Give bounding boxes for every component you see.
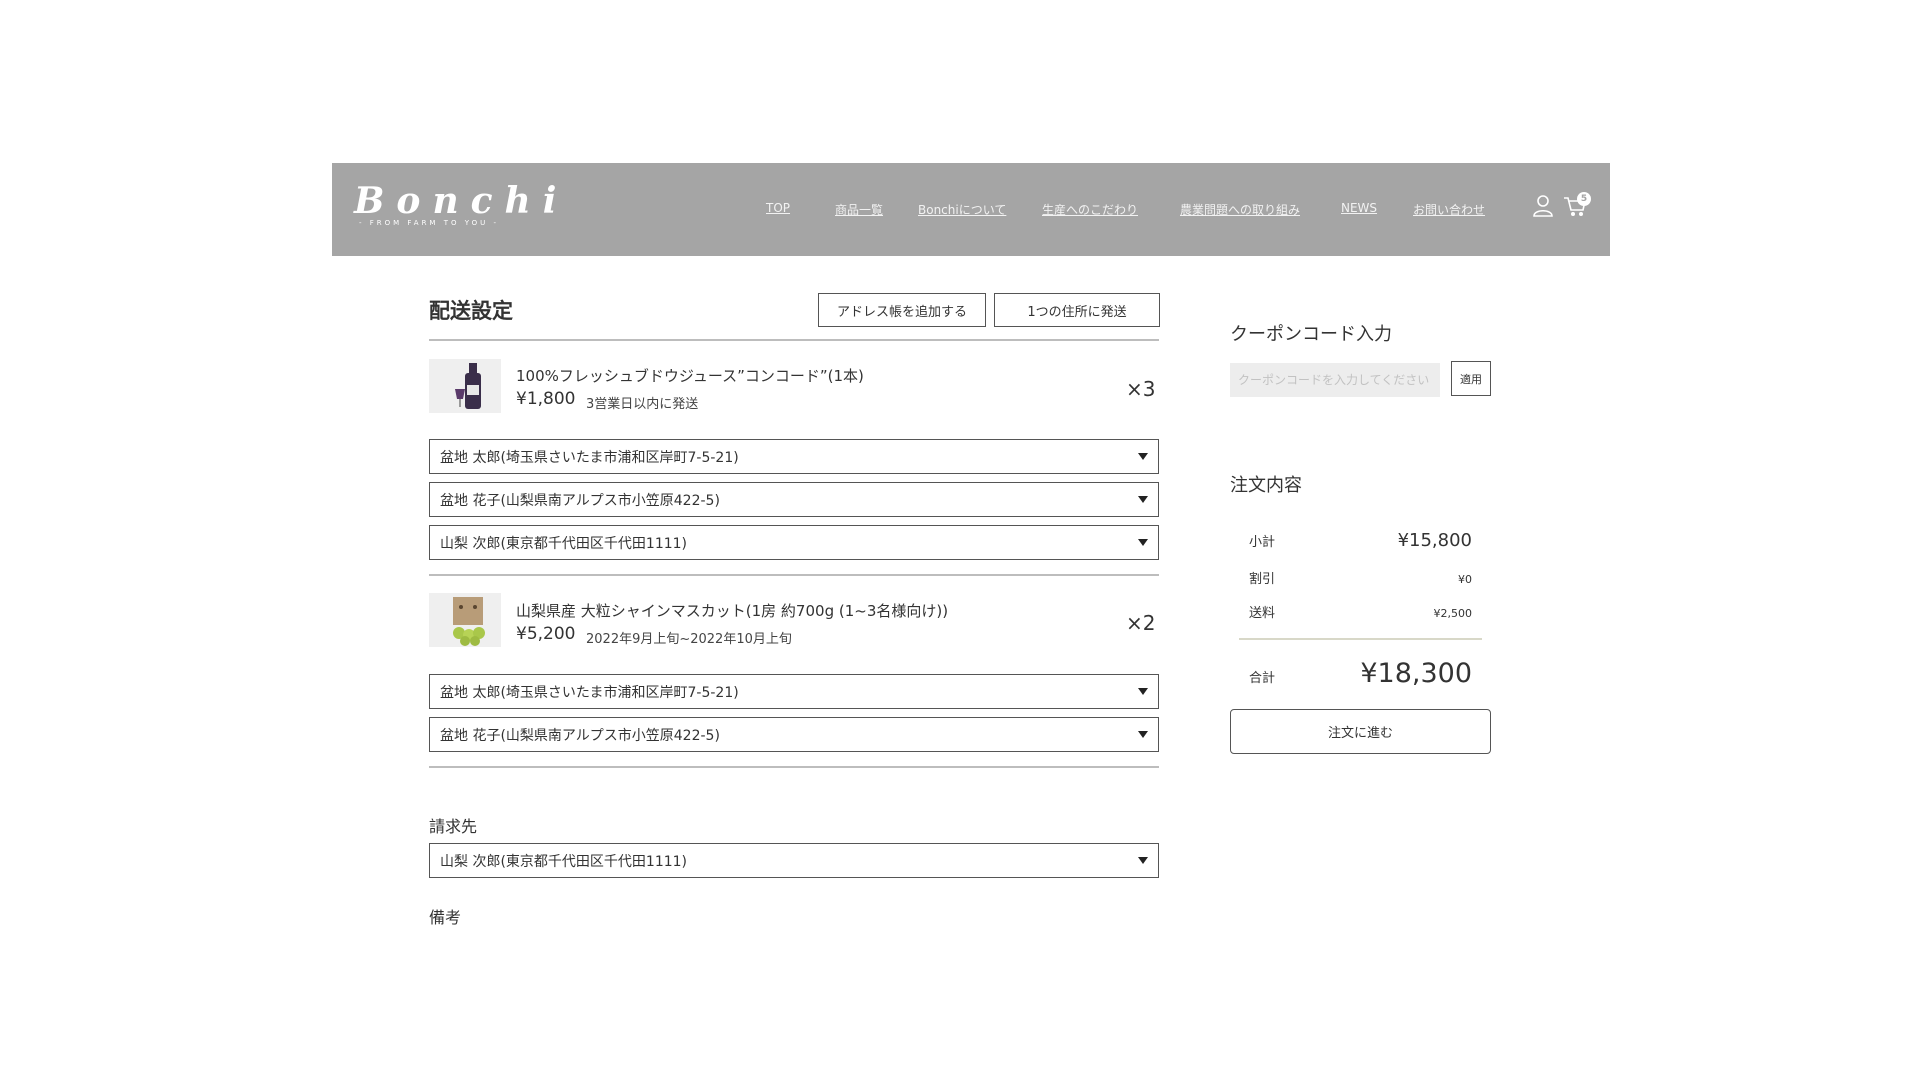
nav-production[interactable]: 生産へのこだわり [1042, 201, 1138, 218]
nav-agriculture[interactable]: 農業問題への取り組み [1180, 201, 1300, 218]
user-icon[interactable] [1533, 195, 1553, 221]
add-address-button[interactable]: アドレス帳を追加する [818, 293, 986, 327]
total-label: 合計 [1249, 671, 1276, 686]
subtotal-row: 小計 ¥15,800 [1249, 530, 1472, 551]
chevron-down-icon [1138, 496, 1148, 503]
chevron-down-icon [1138, 453, 1148, 460]
shipping-note: 3営業日以内に発送 [586, 397, 699, 412]
summary-divider [1239, 638, 1482, 640]
address-select[interactable]: 盆地 花子(山梨県南アルプス市小笠原422-5) [429, 717, 1159, 752]
shipping-fee-label: 送料 [1249, 606, 1276, 621]
product-image-grape [429, 593, 501, 647]
subtotal-label: 小計 [1249, 535, 1276, 550]
page-title: 配送設定 [429, 299, 513, 323]
product-image-juice [429, 359, 501, 413]
billing-label: 請求先 [429, 817, 478, 836]
address-select[interactable]: 山梨 次郎(東京都千代田区千代田1111) [429, 525, 1159, 560]
address-select-value: 山梨 次郎(東京都千代田区千代田1111) [440, 535, 688, 552]
product-price: ¥1,800 [516, 389, 576, 409]
chevron-down-icon [1138, 731, 1148, 738]
total-value: ¥18,300 [1360, 658, 1472, 689]
address-select[interactable]: 盆地 太郎(埼玉県さいたま市浦和区岸町7-5-21) [429, 439, 1159, 474]
product-quantity: ×3 [1126, 377, 1156, 401]
subtotal-value: ¥15,800 [1397, 530, 1472, 551]
address-select[interactable]: 盆地 太郎(埼玉県さいたま市浦和区岸町7-5-21) [429, 674, 1159, 709]
nav-top[interactable]: TOP [766, 201, 790, 215]
divider [429, 766, 1159, 768]
single-address-button[interactable]: 1つの住所に発送 [994, 293, 1160, 327]
divider [429, 339, 1159, 341]
shipping-fee-value: ¥2,500 [1433, 607, 1473, 620]
billing-select-value: 山梨 次郎(東京都千代田区千代田1111) [440, 853, 688, 870]
discount-value: ¥0 [1458, 573, 1472, 586]
address-select-value: 盆地 太郎(埼玉県さいたま市浦和区岸町7-5-21) [440, 449, 739, 466]
total-row: 合計 ¥18,300 [1249, 658, 1472, 689]
product-quantity: ×2 [1126, 611, 1156, 635]
shipping-fee-row: 送料 ¥2,500 [1249, 602, 1472, 621]
chevron-down-icon [1138, 688, 1148, 695]
nav-contact[interactable]: お問い合わせ [1413, 201, 1485, 218]
chevron-down-icon [1138, 539, 1148, 546]
main-nav: TOP 商品一覧 Bonchiについて 生産へのこだわり 農業問題への取り組み … [332, 201, 1610, 221]
divider [429, 574, 1159, 576]
discount-label: 割引 [1249, 572, 1276, 587]
coupon-title: クーポンコード入力 [1230, 324, 1392, 345]
address-select-value: 盆地 花子(山梨県南アルプス市小笠原422-5) [440, 727, 720, 744]
address-select-value: 盆地 花子(山梨県南アルプス市小笠原422-5) [440, 492, 720, 509]
proceed-to-order-button[interactable]: 注文に進む [1230, 709, 1491, 754]
nav-about[interactable]: Bonchiについて [918, 201, 1006, 218]
apply-coupon-button[interactable]: 適用 [1451, 361, 1491, 396]
page-frame: Bonchi - FROM FARM TO YOU - TOP 商品一覧 Bon… [332, 163, 1610, 933]
order-summary-title: 注文内容 [1230, 475, 1302, 496]
nav-products[interactable]: 商品一覧 [835, 201, 883, 218]
chevron-down-icon [1138, 857, 1148, 864]
product-price: ¥5,200 [516, 624, 576, 644]
product-name: 山梨県産 大粒シャインマスカット(1房 約700g (1~3名様向け)) [516, 602, 949, 620]
delivery-period: 2022年9月上旬~2022年10月上旬 [586, 632, 792, 647]
address-select-value: 盆地 太郎(埼玉県さいたま市浦和区岸町7-5-21) [440, 684, 739, 701]
address-select[interactable]: 盆地 花子(山梨県南アルプス市小笠原422-5) [429, 482, 1159, 517]
discount-row: 割引 ¥0 [1249, 568, 1472, 587]
remarks-label: 備考 [429, 908, 462, 927]
nav-news[interactable]: NEWS [1341, 201, 1377, 215]
product-name: 100%フレッシュブドウジュース”コンコード”(1本) [516, 367, 864, 385]
cart-count-badge: 5 [1577, 192, 1591, 206]
site-header: Bonchi - FROM FARM TO YOU - TOP 商品一覧 Bon… [332, 163, 1610, 256]
coupon-input[interactable] [1230, 363, 1440, 397]
billing-select[interactable]: 山梨 次郎(東京都千代田区千代田1111) [429, 843, 1159, 878]
